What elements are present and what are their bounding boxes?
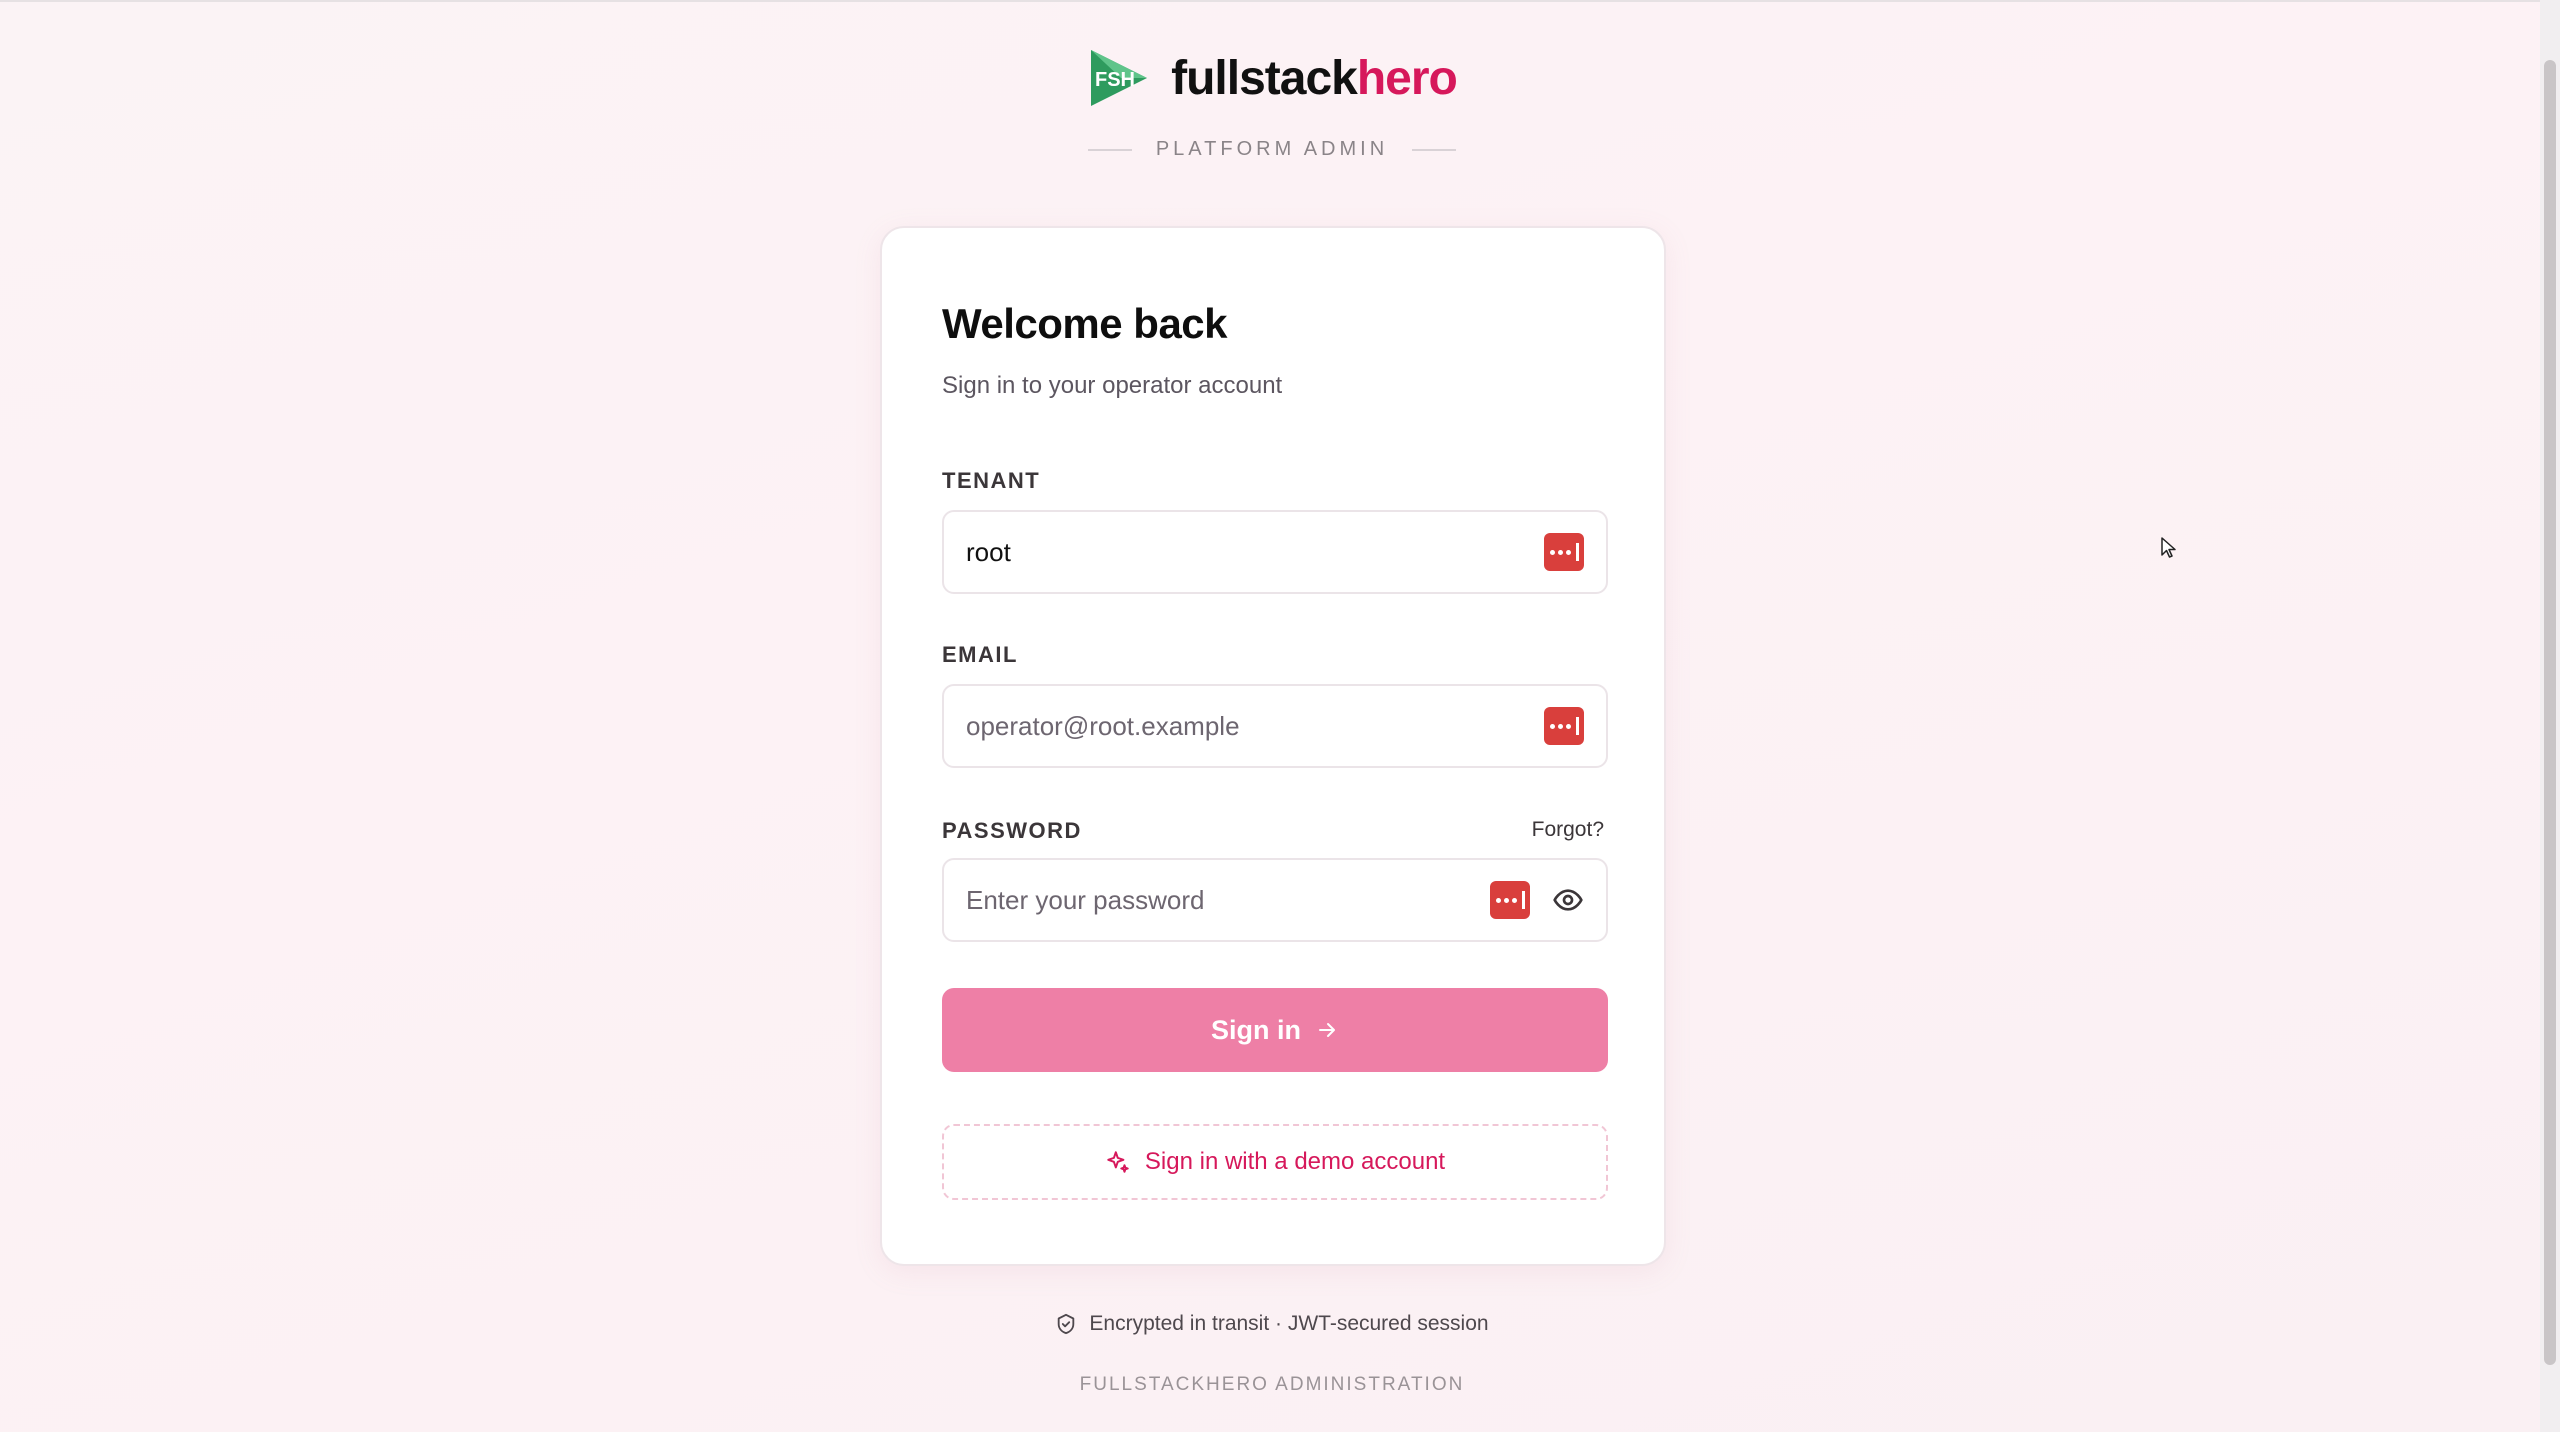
- email-field-wrapper: [942, 684, 1608, 768]
- brand-name: fullstackhero: [1171, 51, 1458, 106]
- arrow-right-icon: [1319, 1023, 1335, 1037]
- sign-in-label: Sign in: [1211, 1014, 1301, 1045]
- mouse-cursor-icon: [2161, 537, 2176, 558]
- login-card: Welcome back Sign in to your operator ac…: [880, 226, 1666, 1266]
- password-manager-icon[interactable]: [1544, 533, 1584, 571]
- demo-sign-in-button[interactable]: Sign in with a demo account: [942, 1124, 1608, 1200]
- tenant-input[interactable]: [966, 536, 1544, 568]
- logo-text: FSH: [1095, 69, 1135, 91]
- platform-label: PLATFORM ADMIN: [0, 138, 2544, 161]
- divider-right: [1412, 148, 1457, 151]
- divider-left: [1087, 148, 1132, 151]
- forgot-password-link[interactable]: Forgot?: [1532, 818, 1604, 842]
- email-input[interactable]: [966, 710, 1544, 742]
- password-manager-icon[interactable]: [1490, 881, 1530, 919]
- security-note-text: Encrypted in transit · JWT-secured sessi…: [1089, 1312, 1489, 1335]
- shield-check-icon: [1058, 1313, 1075, 1335]
- eye-icon[interactable]: [1552, 884, 1584, 916]
- password-manager-icon[interactable]: [1544, 707, 1584, 745]
- password-input[interactable]: [966, 884, 1490, 916]
- footer-text: FULLSTACKHERO ADMINISTRATION: [1079, 1374, 1465, 1395]
- security-note: Encrypted in transit · JWT-secured sessi…: [0, 1312, 2544, 1336]
- window-top-border: [0, 0, 2560, 2]
- sparkles-icon: [1107, 1151, 1129, 1173]
- brand-name-part1: fullstack: [1171, 51, 1358, 105]
- password-field-wrapper: [942, 858, 1608, 942]
- tenant-field-wrapper: [942, 510, 1608, 594]
- page-title: Welcome back: [942, 300, 1228, 347]
- page-subtitle: Sign in to your operator account: [942, 372, 1283, 399]
- page-scrollbar[interactable]: [2540, 0, 2560, 1432]
- fsh-play-logo-icon: FSH: [1091, 50, 1148, 106]
- tenant-label: TENANT: [942, 468, 1041, 493]
- sign-in-button[interactable]: Sign in: [942, 988, 1608, 1072]
- password-label: PASSWORD: [942, 818, 1082, 843]
- brand-header: FSH fullstackhero: [0, 46, 2544, 110]
- scrollbar-thumb[interactable]: [2544, 60, 2556, 1365]
- brand-name-part2: hero: [1356, 51, 1458, 105]
- demo-sign-in-label: Sign in with a demo account: [1144, 1148, 1446, 1175]
- email-label: EMAIL: [942, 642, 1018, 667]
- platform-admin-text: PLATFORM ADMIN: [1155, 138, 1389, 160]
